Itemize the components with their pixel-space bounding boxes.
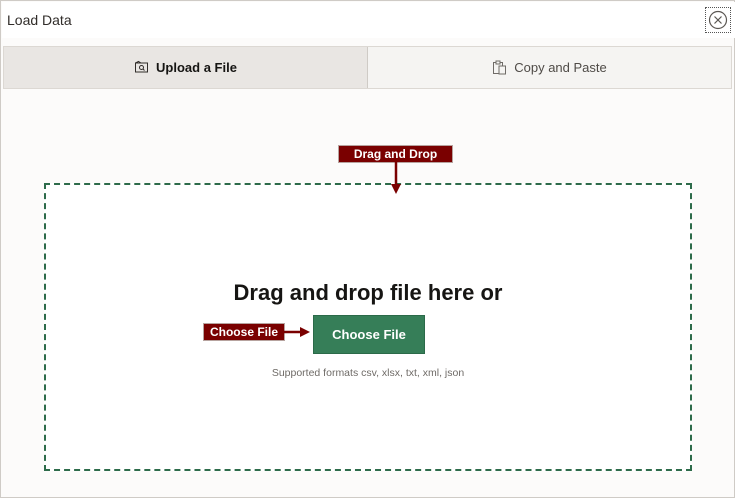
tab-upload-file[interactable]: Upload a File: [4, 47, 368, 88]
dialog-title: Load Data: [7, 12, 72, 28]
callout-choose-file-arrow: [284, 327, 310, 337]
paste-clipboard-icon: [493, 60, 507, 75]
dialog-frame: Load Data Upload a File Copy and Paste D…: [0, 0, 735, 498]
choose-file-button[interactable]: Choose File: [313, 315, 425, 354]
supported-formats-text: Supported formats csv, xlsx, txt, xml, j…: [271, 367, 465, 379]
tab-bar: Upload a File Copy and Paste: [3, 46, 732, 89]
close-button[interactable]: [705, 7, 731, 33]
callout-drag-and-drop: Drag and Drop: [338, 145, 453, 163]
callout-choose-file: Choose File: [203, 323, 285, 341]
dropzone-heading: Drag and drop file here or: [233, 280, 503, 305]
file-dropzone[interactable]: Drag and drop file here or Choose File S…: [44, 183, 692, 471]
tab-upload-file-label: Upload a File: [156, 60, 237, 75]
upload-file-icon: [135, 60, 149, 73]
dialog-titlebar: Load Data: [2, 2, 735, 38]
close-icon: [708, 10, 728, 30]
tab-copy-paste[interactable]: Copy and Paste: [368, 47, 731, 88]
callout-drag-drop-arrow: [391, 162, 401, 194]
tab-copy-paste-label: Copy and Paste: [514, 60, 607, 75]
